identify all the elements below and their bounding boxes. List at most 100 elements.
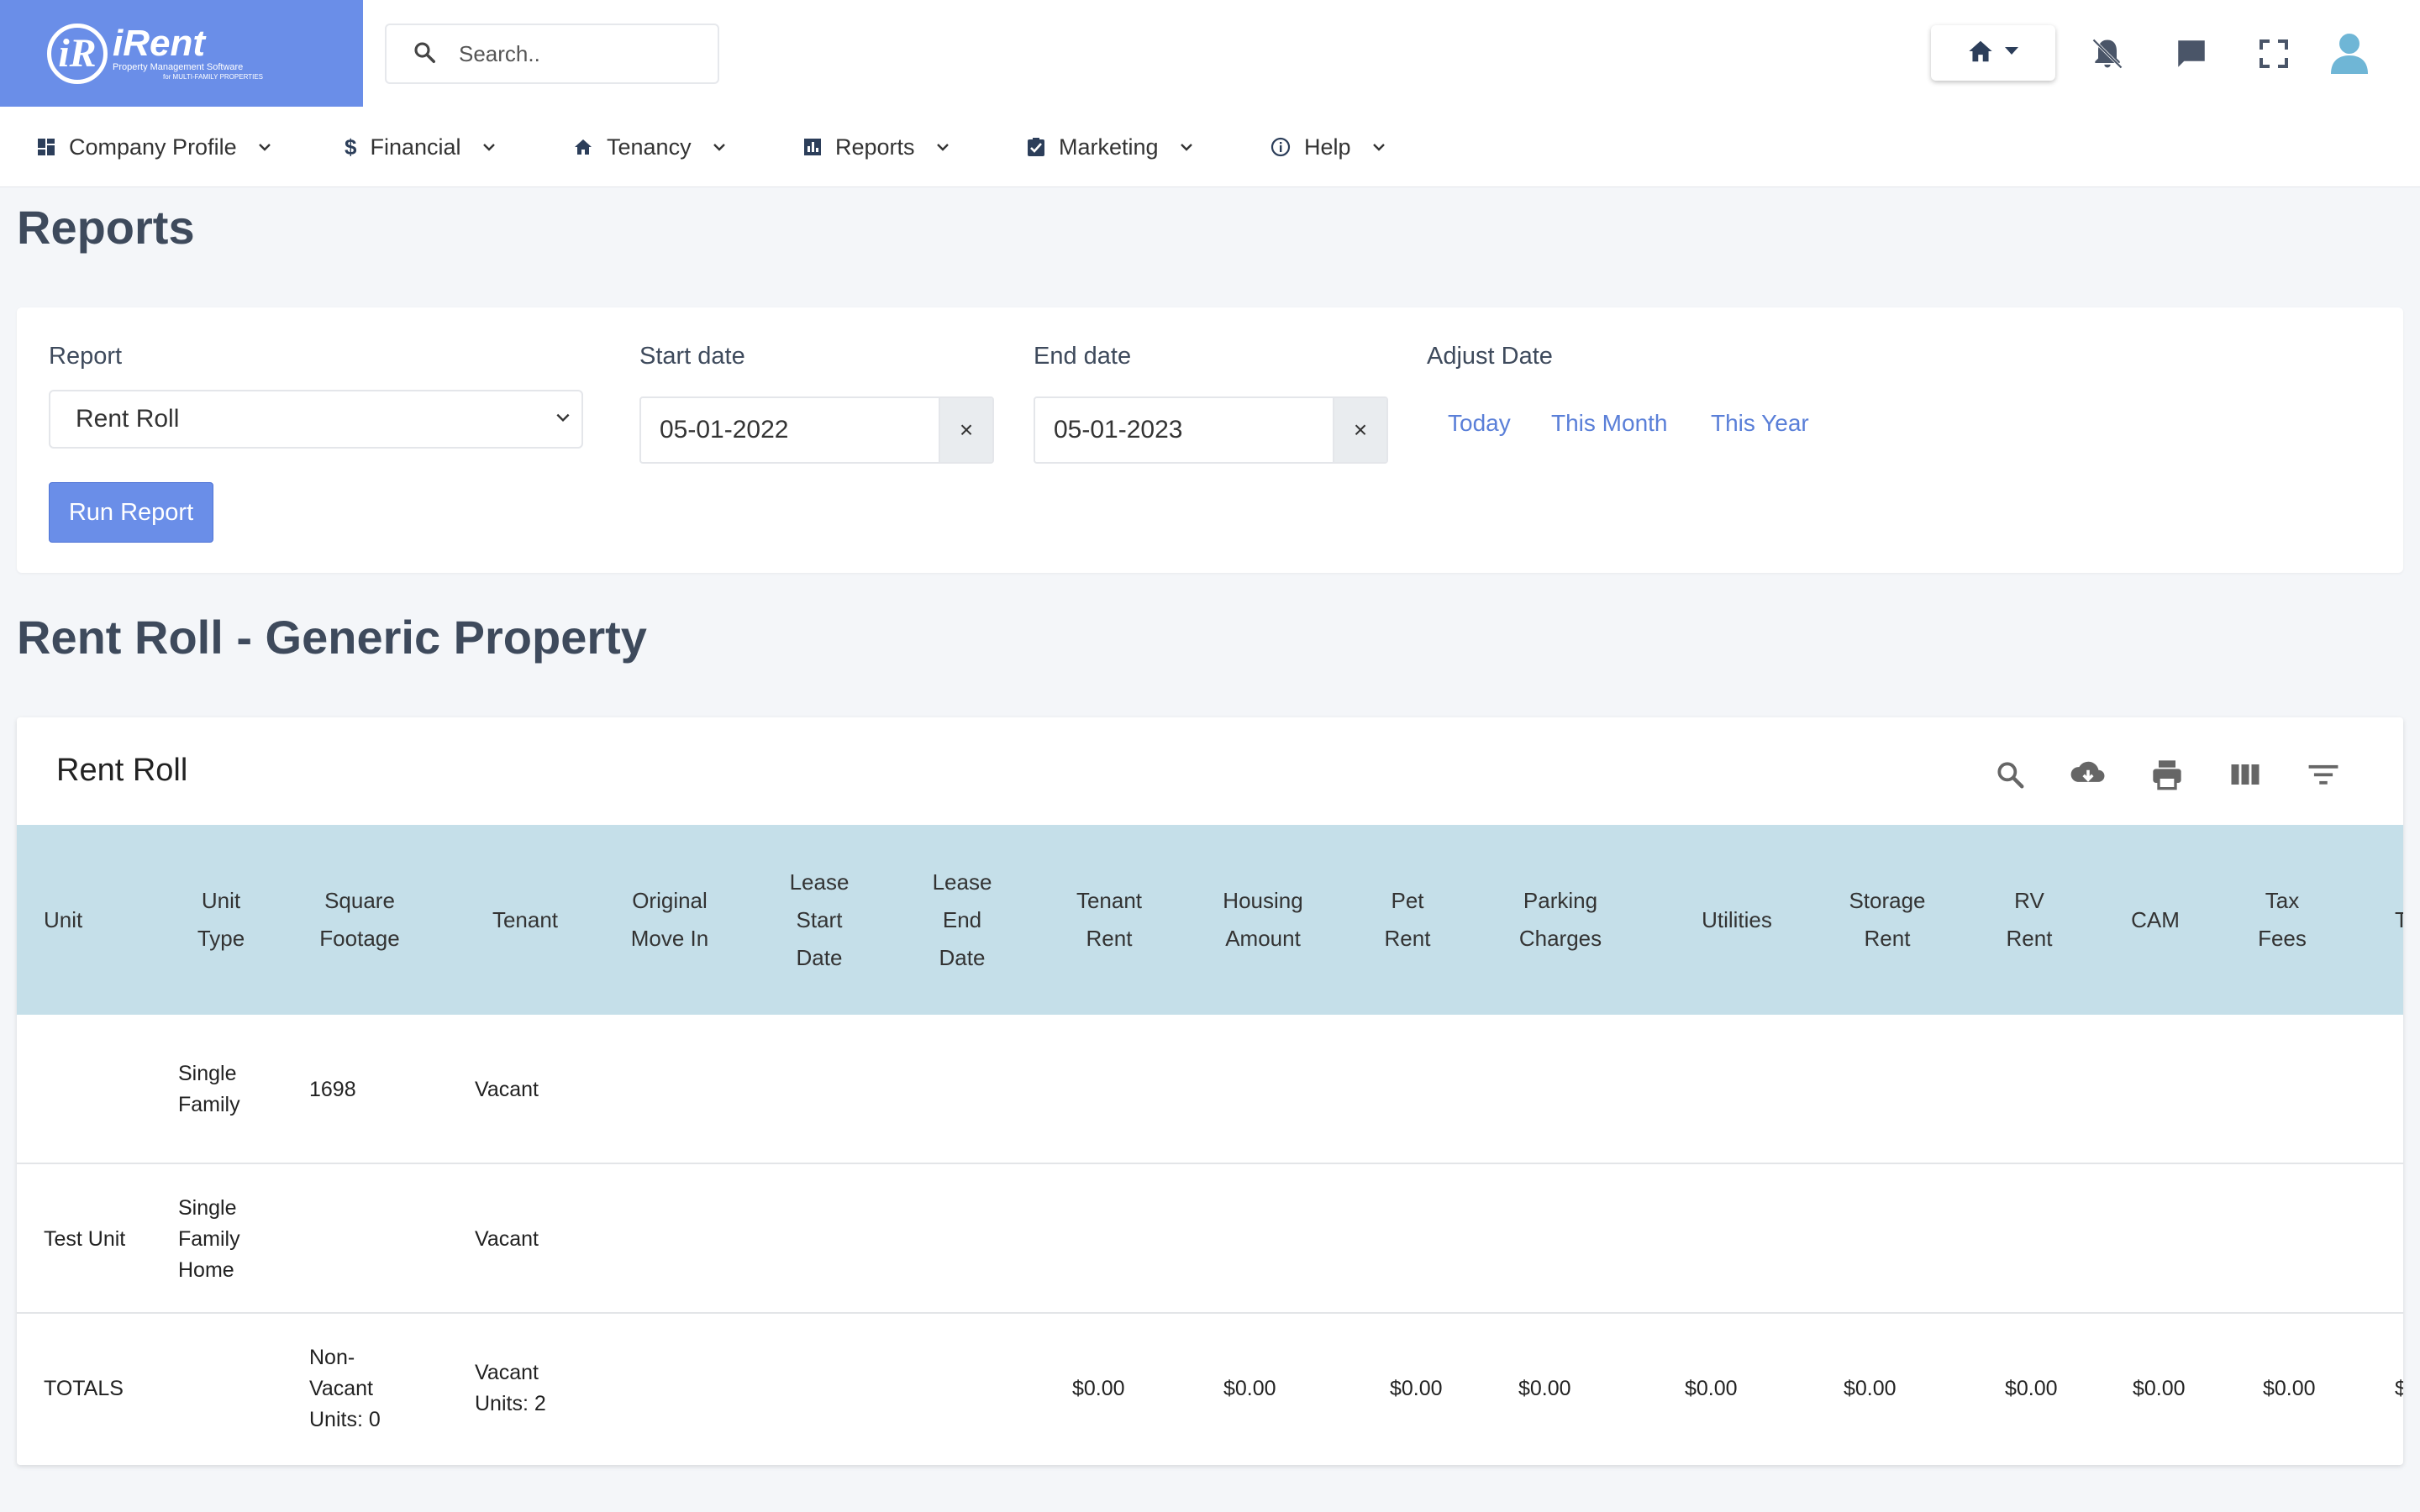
chevron-down-icon — [935, 142, 950, 152]
start-date-value[interactable]: 05-01-2022 — [641, 398, 939, 462]
column-header-tenant-rent[interactable]: Tenant Rent — [1062, 825, 1156, 1015]
totals-non-vacant-units: Non-Vacant Units: 0 — [309, 1345, 381, 1431]
user-icon[interactable] — [2326, 30, 2373, 77]
totals-housing-amount: $0.00 — [1223, 1376, 1276, 1400]
table-row[interactable]: Single Family 1698 Vacant — [17, 1015, 2403, 1164]
clear-end-date-button[interactable]: × — [1333, 398, 1386, 462]
column-header-original-move-in[interactable]: Original Move In — [623, 825, 716, 1015]
column-header-lease-end-date[interactable]: Lease End Date — [923, 825, 1002, 1015]
column-header-tax-fees[interactable]: Tax Fees — [2249, 825, 2316, 1015]
totals-truncated: $ — [2395, 1376, 2403, 1400]
nav-item-help[interactable]: Help — [1270, 107, 1386, 187]
report-section-title: Rent Roll - Generic Property — [17, 611, 647, 664]
chevron-down-icon — [555, 412, 571, 423]
fullscreen-icon[interactable] — [2250, 30, 2297, 77]
column-header-tenant[interactable]: Tenant — [471, 825, 580, 1015]
nav-item-label: Tenancy — [607, 134, 692, 160]
totals-row: TOTALS Non-Vacant Units: 0 Vacant Units:… — [17, 1314, 2403, 1463]
nav-item-reports[interactable]: Reports — [803, 107, 950, 187]
column-header-square-footage[interactable]: Square Footage — [308, 825, 412, 1015]
column-header-parking-charges[interactable]: Parking Charges — [1506, 825, 1615, 1015]
column-header-cam[interactable]: CAM — [2118, 825, 2193, 1015]
search-box[interactable] — [385, 24, 719, 84]
column-header-utilities[interactable]: Utilities — [1677, 825, 1797, 1015]
adjust-date-label: Adjust Date — [1427, 343, 1553, 370]
chevron-down-icon — [481, 142, 497, 152]
column-header-housing-amount[interactable]: Housing Amount — [1210, 825, 1316, 1015]
columns-icon[interactable] — [2222, 751, 2269, 798]
logo-tagline-2: for MULTI-FAMILY PROPERTIES — [163, 73, 263, 81]
column-header-storage-rent[interactable]: Storage Rent — [1840, 825, 1934, 1015]
search-icon[interactable] — [1986, 751, 2033, 798]
clear-start-date-button[interactable]: × — [939, 398, 992, 462]
column-header-pet-rent[interactable]: Pet Rent — [1370, 825, 1445, 1015]
nav-item-label: Help — [1304, 134, 1351, 160]
totals-rv-rent: $0.00 — [2005, 1376, 2058, 1400]
totals-pet-rent: $0.00 — [1390, 1376, 1443, 1400]
nav-item-company-profile[interactable]: Company Profile — [37, 107, 272, 187]
caret-down-icon — [2003, 45, 2020, 61]
column-header-rv-rent[interactable]: RV Rent — [1991, 825, 2067, 1015]
nav-item-label: Company Profile — [69, 134, 237, 160]
totals-tax-fees: $0.00 — [2263, 1376, 2316, 1400]
info-icon — [1270, 137, 1291, 157]
this-month-link[interactable]: This Month — [1551, 410, 1668, 437]
totals-vacant-units: Vacant Units: 2 — [475, 1361, 546, 1415]
chart-icon — [803, 138, 822, 156]
today-link[interactable]: Today — [1448, 410, 1511, 437]
end-date-label: End date — [1034, 343, 1132, 370]
nav-item-financial[interactable]: $ Financial — [345, 107, 497, 187]
page-title: Reports — [17, 201, 195, 254]
column-header-unit[interactable]: Unit — [44, 825, 145, 1015]
table-title: Rent Roll — [56, 753, 188, 788]
totals-label: TOTALS — [44, 1376, 124, 1400]
chevron-down-icon — [257, 142, 272, 152]
filter-icon[interactable] — [2300, 751, 2347, 798]
search-input[interactable] — [459, 40, 711, 67]
end-date-field[interactable]: 05-01-2023 × — [1034, 396, 1388, 464]
totals-utilities: $0.00 — [1685, 1376, 1738, 1400]
search-icon — [412, 39, 437, 69]
logo-tagline: Property Management Software — [113, 62, 244, 72]
rent-roll-table-card: Rent Roll Unit Unit Type Square Footage … — [17, 717, 2403, 1465]
logo-mark: iR — [47, 23, 108, 84]
start-date-label: Start date — [639, 343, 745, 370]
chevron-down-icon — [712, 142, 727, 152]
end-date-value[interactable]: 05-01-2023 — [1035, 398, 1333, 462]
cell-unit-type: Single Family — [178, 1062, 240, 1116]
cell-square-footage — [309, 1164, 418, 1314]
logo[interactable]: iR iRent Property Management Software fo… — [0, 0, 363, 107]
main-navigation: Company Profile $ Financial Tenancy Repo… — [0, 107, 2420, 187]
print-icon[interactable] — [2144, 751, 2191, 798]
totals-tenant-rent: $0.00 — [1072, 1376, 1125, 1400]
chat-icon[interactable] — [2168, 30, 2215, 77]
dollar-icon: $ — [345, 134, 357, 160]
nav-item-marketing[interactable]: Marketing — [1027, 107, 1194, 187]
property-switcher-button[interactable] — [1931, 25, 2055, 81]
home-icon — [573, 138, 593, 156]
download-icon[interactable] — [2065, 751, 2112, 798]
table-header: Unit Unit Type Square Footage Tenant Ori… — [17, 825, 2403, 1015]
bell-icon[interactable] — [2084, 30, 2131, 77]
run-report-button[interactable]: Run Report — [49, 482, 213, 543]
report-label: Report — [49, 343, 123, 370]
nav-item-label: Financial — [370, 134, 461, 160]
this-year-link[interactable]: This Year — [1711, 410, 1809, 437]
logo-name: iRent — [113, 23, 205, 64]
column-header-unit-type[interactable]: Unit Type — [176, 825, 266, 1015]
table-row[interactable]: Test Unit Single Family Home Vacant — [17, 1164, 2403, 1314]
report-filter-card: Report Rent Roll Start date 05-01-2022 ×… — [17, 307, 2403, 573]
cell-square-footage: 1698 — [309, 1077, 356, 1101]
nav-item-tenancy[interactable]: Tenancy — [573, 107, 727, 187]
checkbox-icon — [1027, 137, 1045, 157]
nav-item-label: Marketing — [1059, 134, 1159, 160]
column-header-lease-start-date[interactable]: Lease Start Date — [781, 825, 857, 1015]
nav-item-label: Reports — [835, 134, 915, 160]
column-header-truncated[interactable]: T F — [2395, 825, 2403, 1015]
report-select[interactable]: Rent Roll — [49, 390, 583, 449]
totals-storage-rent: $0.00 — [1844, 1376, 1897, 1400]
totals-cam: $0.00 — [2133, 1376, 2186, 1400]
cell-unit — [44, 1015, 145, 1164]
cell-tenant: Vacant — [475, 1077, 539, 1101]
start-date-field[interactable]: 05-01-2022 × — [639, 396, 994, 464]
